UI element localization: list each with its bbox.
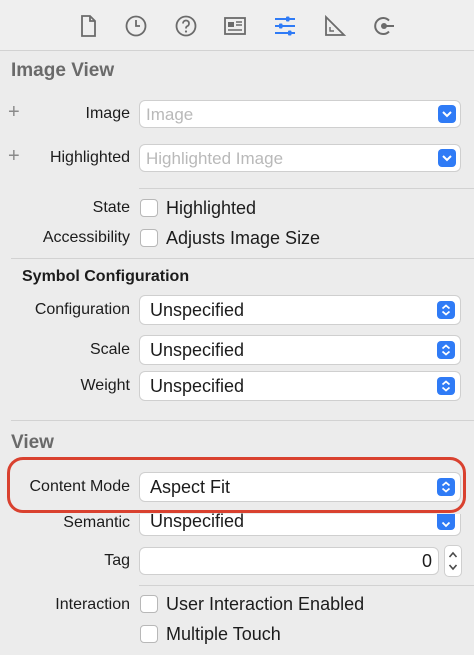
- chevron-down-icon[interactable]: [438, 105, 456, 123]
- scale-popup[interactable]: Unspecified: [139, 335, 461, 365]
- interaction-label: Interaction: [55, 596, 130, 613]
- image-placeholder: Image: [146, 105, 194, 124]
- semantic-popup[interactable]: Unspecified: [139, 511, 461, 536]
- section-title-view: View: [11, 432, 54, 453]
- weight-value: Unspecified: [150, 376, 245, 396]
- user-interaction-enabled-label: User Interaction Enabled: [166, 594, 365, 614]
- image-combo-box[interactable]: Image: [139, 100, 461, 128]
- image-label: Image: [85, 105, 130, 122]
- up-down-chevron-icon[interactable]: [437, 301, 455, 319]
- highlighted-image-placeholder: Highlighted Image: [146, 149, 284, 168]
- weight-popup[interactable]: Unspecified: [139, 371, 461, 401]
- divider: [139, 585, 474, 586]
- state-label: State: [92, 199, 130, 216]
- tag-field[interactable]: 0: [139, 547, 439, 575]
- red-highlight-outline: [7, 457, 466, 513]
- attributes-icon[interactable]: [272, 13, 298, 39]
- divider: [11, 258, 474, 259]
- accessibility-label: Accessibility: [42, 229, 130, 246]
- section-title-image-view: Image View: [11, 60, 115, 81]
- highlighted-checkbox-label: Highlighted: [166, 198, 257, 218]
- adjusts-image-size-checkbox[interactable]: [140, 229, 158, 247]
- multiple-touch-label: Multiple Touch: [166, 624, 281, 644]
- scale-label: Scale: [89, 341, 130, 358]
- scale-value: Unspecified: [150, 340, 245, 360]
- help-icon[interactable]: [173, 13, 199, 39]
- up-down-chevron-icon[interactable]: [437, 514, 455, 530]
- user-interaction-enabled-checkbox[interactable]: [140, 595, 158, 613]
- section-title-symbol-configuration: Symbol Configuration: [22, 268, 190, 285]
- tag-value: 0: [421, 551, 432, 571]
- tag-label: Tag: [104, 552, 130, 569]
- semantic-label: Semantic: [63, 514, 130, 531]
- tag-stepper[interactable]: [444, 545, 462, 577]
- inspector-toolbar: [0, 0, 474, 51]
- highlighted-label: Highlighted: [49, 149, 130, 166]
- identity-icon[interactable]: [222, 13, 248, 39]
- up-down-chevron-icon[interactable]: [437, 341, 455, 359]
- configuration-value: Unspecified: [150, 300, 245, 320]
- up-down-chevron-icon[interactable]: [437, 377, 455, 395]
- divider: [11, 420, 474, 421]
- file-icon[interactable]: [75, 13, 101, 39]
- size-icon[interactable]: [322, 13, 348, 39]
- adjusts-image-size-label: Adjusts Image Size: [166, 228, 321, 248]
- highlighted-image-combo-box[interactable]: Highlighted Image: [139, 144, 461, 172]
- configuration-label: Configuration: [34, 301, 130, 318]
- semantic-value: Unspecified: [150, 511, 245, 531]
- divider: [139, 188, 474, 189]
- weight-label: Weight: [80, 377, 130, 394]
- multiple-touch-checkbox[interactable]: [140, 625, 158, 643]
- highlighted-checkbox[interactable]: [140, 199, 158, 217]
- chevron-down-icon[interactable]: [438, 149, 456, 167]
- history-icon[interactable]: [123, 13, 149, 39]
- configuration-popup[interactable]: Unspecified: [139, 295, 461, 325]
- connections-icon[interactable]: [371, 13, 397, 39]
